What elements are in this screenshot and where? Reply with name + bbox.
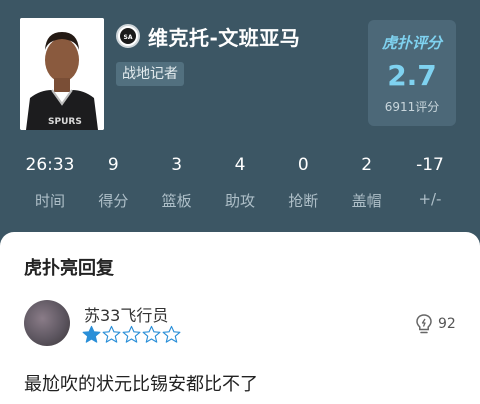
role-badge: 战地记者 — [116, 62, 184, 86]
stat-label: 篮板 — [161, 192, 192, 210]
stat-label: 助攻 — [224, 192, 255, 210]
lightbulb-icon — [416, 314, 432, 334]
stat-value: 3 — [171, 155, 183, 175]
stat-label: 时间 — [34, 192, 65, 210]
comment-username[interactable]: 苏33飞行员 — [84, 302, 168, 326]
user-rating-stars — [82, 325, 182, 344]
stat-value: 26:33 — [25, 155, 75, 175]
sheet-title: 虎扑亮回复 — [24, 258, 114, 279]
comment-text: 最尬吹的状元比锡安都比不了 — [24, 374, 258, 395]
like-button[interactable]: 92 — [414, 313, 456, 335]
stat-value: 4 — [234, 155, 246, 175]
stat-time: 26:33 时间 — [20, 152, 80, 211]
stat-value: 0 — [297, 155, 309, 175]
stat-assists: 4 助攻 — [210, 152, 270, 211]
rating-score: 2.7 — [387, 59, 437, 92]
stat-points: 9 得分 — [83, 152, 143, 211]
player-header: SPURS SA 维克托-文班亚马 战地记者 虎扑评分 2.7 6911评分 2… — [0, 0, 480, 240]
stat-label: 得分 — [98, 192, 129, 210]
player-photo: SPURS — [20, 18, 104, 130]
svg-text:SA: SA — [124, 34, 133, 41]
stat-label: 抢断 — [288, 192, 319, 210]
stat-label: +/- — [418, 190, 442, 208]
stat-rebounds: 3 篮板 — [147, 152, 207, 211]
rating-panel[interactable]: 虎扑评分 2.7 6911评分 — [368, 20, 456, 126]
star-outline-icon — [162, 325, 181, 343]
stat-steals: 0 抢断 — [273, 152, 333, 211]
stat-value: 2 — [361, 155, 373, 175]
stat-value: -17 — [416, 155, 444, 175]
stat-label: 盖帽 — [351, 192, 382, 210]
stat-plus-minus: -17 +/- — [400, 152, 460, 211]
stats-row: 26:33 时间 9 得分 3 篮板 4 助攻 0 抢断 2 盖帽 -17 +/… — [20, 152, 460, 211]
star-outline-icon — [122, 325, 141, 343]
star-outline-icon — [142, 325, 161, 343]
avatar[interactable] — [24, 300, 70, 346]
reply-sheet: 虎扑亮回复 苏33飞行员 92 最尬吹的状元比锡安都比不了 — [0, 232, 480, 404]
svg-text:SPURS: SPURS — [48, 117, 82, 127]
player-name: 维克托-文班亚马 — [148, 26, 301, 50]
stat-value: 9 — [107, 155, 119, 175]
rating-count: 6911评分 — [384, 100, 440, 114]
stat-blocks: 2 盖帽 — [337, 152, 397, 211]
star-filled-icon — [82, 325, 101, 343]
spurs-logo-icon: SA — [116, 24, 140, 48]
rating-title: 虎扑评分 — [381, 34, 442, 52]
like-count: 92 — [438, 316, 456, 332]
star-outline-icon — [102, 325, 121, 343]
